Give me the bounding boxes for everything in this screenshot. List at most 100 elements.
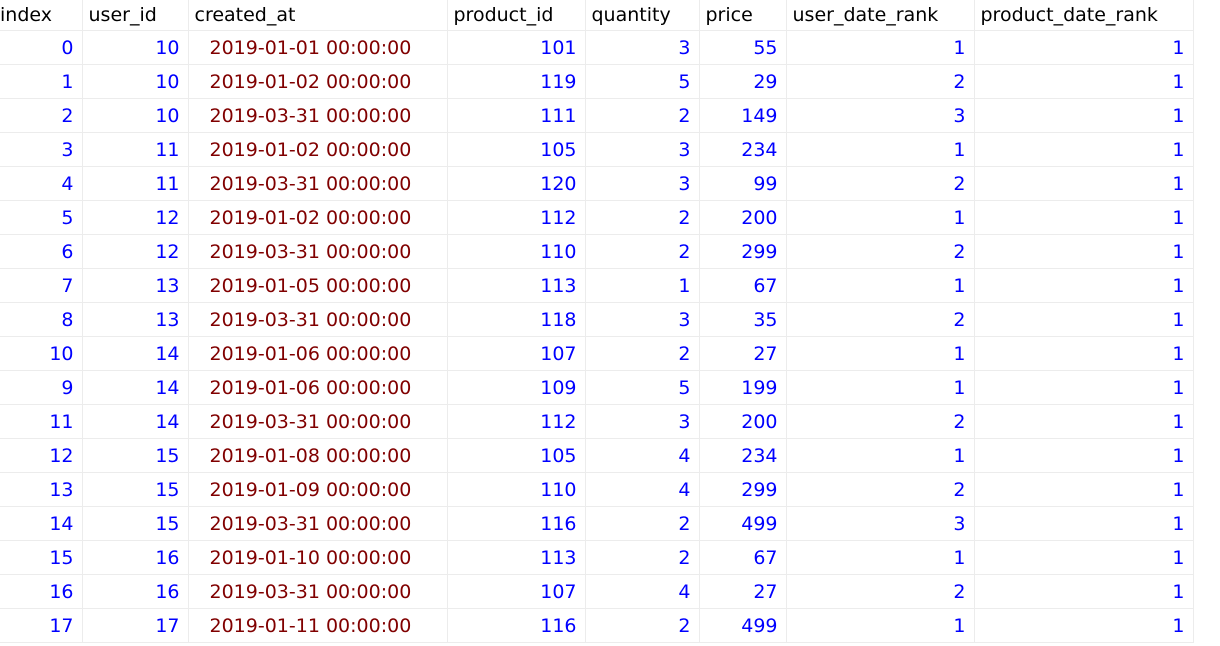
- cell-index[interactable]: 13: [0, 472, 83, 507]
- cell-product-date-rank[interactable]: 1: [974, 30, 1194, 65]
- cell-user-id[interactable]: 14: [82, 336, 189, 371]
- cell-user-date-rank[interactable]: 2: [786, 472, 975, 507]
- cell-product-id[interactable]: 120: [447, 166, 586, 201]
- cell-product-id[interactable]: 119: [447, 64, 586, 99]
- cell-price[interactable]: 299: [699, 472, 787, 507]
- cell-product-date-rank[interactable]: 1: [974, 506, 1194, 541]
- cell-product-id[interactable]: 109: [447, 370, 586, 405]
- column-header-created-at[interactable]: created_at: [188, 0, 448, 31]
- cell-user-date-rank[interactable]: 1: [786, 370, 975, 405]
- cell-index[interactable]: 4: [0, 166, 83, 201]
- cell-created-at[interactable]: 2019-01-02 00:00:00: [188, 132, 448, 167]
- cell-product-date-rank[interactable]: 1: [974, 64, 1194, 99]
- cell-user-id[interactable]: 13: [82, 302, 189, 337]
- cell-product-id[interactable]: 113: [447, 540, 586, 575]
- column-header-index[interactable]: index: [0, 0, 83, 31]
- cell-price[interactable]: 29: [699, 64, 787, 99]
- cell-user-id[interactable]: 16: [82, 540, 189, 575]
- cell-user-date-rank[interactable]: 1: [786, 438, 975, 473]
- cell-user-id[interactable]: 15: [82, 506, 189, 541]
- cell-product-date-rank[interactable]: 1: [974, 302, 1194, 337]
- cell-product-id[interactable]: 112: [447, 200, 586, 235]
- cell-quantity[interactable]: 3: [585, 302, 700, 337]
- cell-user-date-rank[interactable]: 1: [786, 608, 975, 643]
- cell-index[interactable]: 16: [0, 574, 83, 609]
- table-row[interactable]: 6 12 2019-03-31 00:00:00 110 2 299 2 1: [0, 234, 1194, 269]
- cell-quantity[interactable]: 4: [585, 472, 700, 507]
- cell-user-date-rank[interactable]: 2: [786, 64, 975, 99]
- cell-product-id[interactable]: 110: [447, 234, 586, 269]
- cell-user-id[interactable]: 15: [82, 472, 189, 507]
- cell-price[interactable]: 55: [699, 30, 787, 65]
- table-row[interactable]: 7 13 2019-01-05 00:00:00 113 1 67 1 1: [0, 268, 1194, 303]
- cell-index[interactable]: 3: [0, 132, 83, 167]
- cell-user-id[interactable]: 11: [82, 166, 189, 201]
- cell-quantity[interactable]: 3: [585, 30, 700, 65]
- cell-product-id[interactable]: 105: [447, 438, 586, 473]
- cell-created-at[interactable]: 2019-01-01 00:00:00: [188, 30, 448, 65]
- cell-created-at[interactable]: 2019-03-31 00:00:00: [188, 574, 448, 609]
- cell-price[interactable]: 499: [699, 506, 787, 541]
- cell-created-at[interactable]: 2019-03-31 00:00:00: [188, 166, 448, 201]
- cell-user-id[interactable]: 13: [82, 268, 189, 303]
- cell-price[interactable]: 67: [699, 540, 787, 575]
- cell-quantity[interactable]: 2: [585, 540, 700, 575]
- cell-product-id[interactable]: 107: [447, 336, 586, 371]
- cell-quantity[interactable]: 1: [585, 268, 700, 303]
- cell-price[interactable]: 234: [699, 132, 787, 167]
- cell-user-date-rank[interactable]: 3: [786, 98, 975, 133]
- table-row[interactable]: 10 14 2019-01-06 00:00:00 107 2 27 1 1: [0, 336, 1194, 371]
- cell-created-at[interactable]: 2019-01-02 00:00:00: [188, 64, 448, 99]
- cell-product-date-rank[interactable]: 1: [974, 234, 1194, 269]
- table-row[interactable]: 5 12 2019-01-02 00:00:00 112 2 200 1 1: [0, 200, 1194, 235]
- cell-product-date-rank[interactable]: 1: [974, 166, 1194, 201]
- cell-created-at[interactable]: 2019-01-11 00:00:00: [188, 608, 448, 643]
- cell-created-at[interactable]: 2019-03-31 00:00:00: [188, 506, 448, 541]
- cell-product-id[interactable]: 107: [447, 574, 586, 609]
- table-row[interactable]: 12 15 2019-01-08 00:00:00 105 4 234 1 1: [0, 438, 1194, 473]
- cell-user-id[interactable]: 12: [82, 234, 189, 269]
- cell-quantity[interactable]: 3: [585, 132, 700, 167]
- cell-product-id[interactable]: 113: [447, 268, 586, 303]
- cell-created-at[interactable]: 2019-03-31 00:00:00: [188, 404, 448, 439]
- cell-price[interactable]: 200: [699, 200, 787, 235]
- cell-price[interactable]: 67: [699, 268, 787, 303]
- table-row[interactable]: 15 16 2019-01-10 00:00:00 113 2 67 1 1: [0, 540, 1194, 575]
- cell-user-date-rank[interactable]: 3: [786, 506, 975, 541]
- cell-index[interactable]: 15: [0, 540, 83, 575]
- table-row[interactable]: 16 16 2019-03-31 00:00:00 107 4 27 2 1: [0, 574, 1194, 609]
- cell-user-date-rank[interactable]: 1: [786, 268, 975, 303]
- cell-user-id[interactable]: 12: [82, 200, 189, 235]
- table-row[interactable]: 9 14 2019-01-06 00:00:00 109 5 199 1 1: [0, 370, 1194, 405]
- cell-created-at[interactable]: 2019-01-08 00:00:00: [188, 438, 448, 473]
- cell-index[interactable]: 5: [0, 200, 83, 235]
- cell-user-date-rank[interactable]: 1: [786, 540, 975, 575]
- cell-user-id[interactable]: 14: [82, 404, 189, 439]
- cell-created-at[interactable]: 2019-01-05 00:00:00: [188, 268, 448, 303]
- column-header-product-id[interactable]: product_id: [447, 0, 586, 31]
- cell-created-at[interactable]: 2019-01-10 00:00:00: [188, 540, 448, 575]
- cell-price[interactable]: 35: [699, 302, 787, 337]
- cell-created-at[interactable]: 2019-01-06 00:00:00: [188, 336, 448, 371]
- cell-quantity[interactable]: 4: [585, 574, 700, 609]
- cell-created-at[interactable]: 2019-03-31 00:00:00: [188, 302, 448, 337]
- cell-price[interactable]: 27: [699, 336, 787, 371]
- cell-quantity[interactable]: 4: [585, 438, 700, 473]
- cell-created-at[interactable]: 2019-03-31 00:00:00: [188, 98, 448, 133]
- cell-user-id[interactable]: 10: [82, 64, 189, 99]
- table-row[interactable]: 17 17 2019-01-11 00:00:00 116 2 499 1 1: [0, 608, 1194, 643]
- cell-index[interactable]: 17: [0, 608, 83, 643]
- cell-price[interactable]: 200: [699, 404, 787, 439]
- cell-user-id[interactable]: 10: [82, 98, 189, 133]
- cell-user-id[interactable]: 15: [82, 438, 189, 473]
- cell-product-id[interactable]: 101: [447, 30, 586, 65]
- cell-product-date-rank[interactable]: 1: [974, 404, 1194, 439]
- cell-quantity[interactable]: 3: [585, 404, 700, 439]
- cell-user-id[interactable]: 16: [82, 574, 189, 609]
- cell-product-id[interactable]: 105: [447, 132, 586, 167]
- cell-product-date-rank[interactable]: 1: [974, 472, 1194, 507]
- column-header-product-date-rank[interactable]: product_date_rank: [974, 0, 1194, 31]
- cell-index[interactable]: 11: [0, 404, 83, 439]
- cell-price[interactable]: 99: [699, 166, 787, 201]
- cell-index[interactable]: 7: [0, 268, 83, 303]
